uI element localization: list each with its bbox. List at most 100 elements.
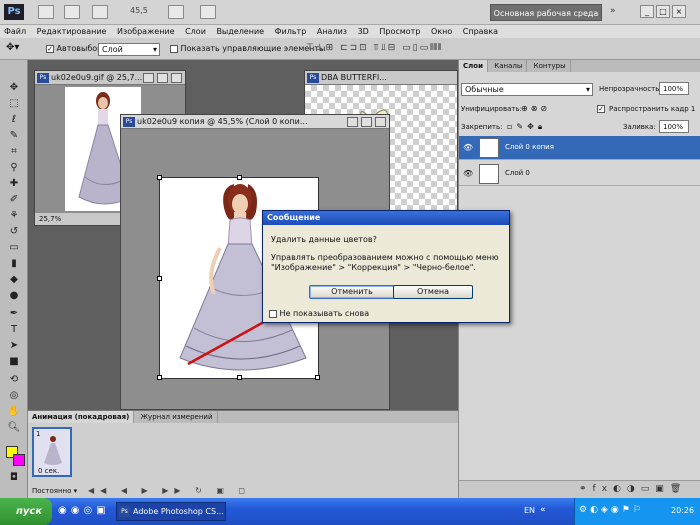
- start-button[interactable]: пуск: [0, 498, 52, 525]
- marquee-tool-icon[interactable]: ⬚: [6, 98, 22, 110]
- 3d-orbit-icon[interactable]: ◎: [6, 390, 22, 402]
- brush-tool-icon[interactable]: ✐: [6, 194, 22, 206]
- propagate-checkbox[interactable]: ✓: [597, 105, 605, 113]
- layer-action-icons[interactable]: ⚭fx◐◑▭▣🗑︎: [579, 484, 687, 494]
- align-icons[interactable]: ⊤⊥⊞ ⊏⊐⊡ ⫪⫫⊟ ▭▯▭: [306, 43, 430, 53]
- tab-measurement-log[interactable]: Журнал измерений: [137, 411, 218, 423]
- hand-tool-icon[interactable]: ✋: [6, 406, 22, 418]
- eye-icon[interactable]: 👁︎: [463, 169, 473, 178]
- screen-mode-icon[interactable]: [200, 5, 216, 19]
- fill-input[interactable]: 100%: [659, 120, 689, 133]
- unify-icons[interactable]: ⊕⊗⊘: [521, 104, 550, 113]
- lock-icons[interactable]: ▫✎✥🔒︎: [507, 122, 546, 132]
- tab-animation[interactable]: Анимация (покадровая): [28, 411, 135, 423]
- menu-layers[interactable]: Слои: [181, 25, 210, 38]
- mini-bridge-icon[interactable]: [64, 5, 80, 19]
- zoom-tool-icon[interactable]: 🔍︎: [6, 422, 22, 434]
- gradient-tool-icon[interactable]: ▮: [6, 258, 22, 270]
- blur-tool-icon[interactable]: ◆: [6, 274, 22, 286]
- clock: 20:26: [671, 506, 695, 515]
- quick-select-tool-icon[interactable]: ✎: [6, 130, 22, 142]
- cancel-operation-button[interactable]: Отменить: [309, 285, 395, 299]
- dont-show-checkbox[interactable]: [269, 309, 277, 318]
- opacity-label: Непрозрачность:: [599, 85, 662, 93]
- shape-tool-icon[interactable]: ■: [6, 356, 22, 368]
- menu-3d[interactable]: 3D: [354, 25, 373, 38]
- crop-tool-icon[interactable]: ⌗: [6, 146, 22, 158]
- maximize-icon[interactable]: [361, 117, 372, 127]
- arrange-documents-icon[interactable]: [168, 5, 184, 19]
- document-tab-active[interactable]: Ps uk02e0u9 копия @ 45,5% (Слой 0 копи..…: [121, 115, 389, 129]
- blend-mode-select[interactable]: Обычные ▾: [461, 83, 593, 96]
- menu-analysis[interactable]: Анализ: [313, 25, 351, 38]
- close-icon[interactable]: [171, 73, 182, 83]
- type-tool-icon[interactable]: T: [6, 324, 22, 336]
- layer-row-copy[interactable]: 👁︎ Слой 0 копия: [459, 136, 700, 160]
- history-brush-icon[interactable]: ↺: [6, 226, 22, 238]
- taskbar-photoshop[interactable]: Ps Adobe Photoshop CS...: [116, 502, 226, 521]
- pen-tool-icon[interactable]: ✒: [6, 308, 22, 320]
- stamp-tool-icon[interactable]: ⚘: [6, 210, 22, 222]
- transform-handle[interactable]: [157, 375, 162, 380]
- minimize-icon[interactable]: _: [640, 5, 654, 18]
- maximize-icon[interactable]: □: [656, 5, 670, 18]
- document-zoom[interactable]: 25,7%: [39, 215, 61, 223]
- dodge-tool-icon[interactable]: ●: [6, 290, 22, 302]
- playback-controls[interactable]: ◀◀ ◀ ▶ ▶▶ ↻ ▣ ◻: [88, 486, 251, 495]
- transform-handle[interactable]: [315, 375, 320, 380]
- workspace-button[interactable]: Основная рабочая среда: [490, 4, 602, 21]
- transform-handle[interactable]: [237, 375, 242, 380]
- minimize-icon[interactable]: [347, 117, 358, 127]
- menu-view[interactable]: Просмотр: [375, 25, 424, 38]
- quick-mask-icon[interactable]: ◘: [6, 472, 22, 484]
- eye-icon[interactable]: 👁︎: [463, 143, 473, 152]
- tab-paths[interactable]: Контуры: [530, 60, 571, 72]
- lasso-tool-icon[interactable]: ℓ: [6, 114, 22, 126]
- close-icon[interactable]: [375, 117, 386, 127]
- menu-file[interactable]: Файл: [0, 25, 30, 38]
- menu-filter[interactable]: Фильтр: [271, 25, 311, 38]
- document-tab-gif[interactable]: Ps uk02e0u9.gif @ 25,7...: [35, 71, 185, 85]
- autoselect-checkbox[interactable]: ✓: [46, 44, 54, 53]
- transform-handle[interactable]: [157, 175, 162, 180]
- tab-layers[interactable]: Слои: [459, 60, 488, 72]
- show-controls-checkbox[interactable]: [170, 44, 178, 53]
- tray-icons[interactable]: ⚙◐◈◉⚑⚐: [579, 505, 644, 515]
- bridge-icon[interactable]: [38, 5, 54, 19]
- eyedropper-tool-icon[interactable]: ⚲: [6, 162, 22, 174]
- transform-handle[interactable]: [157, 276, 162, 281]
- loop-select[interactable]: Постоянно ▾: [32, 487, 77, 495]
- background-color-swatch[interactable]: [13, 454, 25, 466]
- menu-help[interactable]: Справка: [459, 25, 502, 38]
- move-tool-icon[interactable]: ✥▾: [6, 42, 19, 53]
- abort-button[interactable]: Отмена: [393, 285, 473, 299]
- healing-brush-icon[interactable]: ✚: [6, 178, 22, 190]
- quick-launch-icons[interactable]: ◉◉◎▣: [58, 505, 110, 516]
- path-select-icon[interactable]: ➤: [6, 340, 22, 352]
- document-tab-butterfly[interactable]: Ps DBA BUTTERFI...: [305, 71, 457, 85]
- eraser-tool-icon[interactable]: ▭: [6, 242, 22, 254]
- view-extras-icon[interactable]: [92, 5, 108, 19]
- language-arrows-icon[interactable]: «: [540, 505, 546, 515]
- fill-label: Заливка:: [623, 123, 656, 131]
- transform-handle[interactable]: [237, 175, 242, 180]
- minimize-icon[interactable]: [143, 73, 154, 83]
- move-tool-icon[interactable]: ✥: [6, 82, 22, 94]
- distribute-icons[interactable]: ⫴⫴⫴: [430, 43, 441, 53]
- animation-frame[interactable]: 1 0 сек.: [32, 427, 72, 477]
- zoom-level[interactable]: 45,5: [130, 6, 148, 15]
- menu-select[interactable]: Выделение: [212, 25, 268, 38]
- autoselect-select[interactable]: Слой ▾: [98, 43, 160, 56]
- close-icon[interactable]: ×: [672, 5, 686, 18]
- menu-edit[interactable]: Редактирование: [33, 25, 111, 38]
- layer-row-base[interactable]: 👁︎ Слой 0: [459, 162, 700, 186]
- menu-window[interactable]: Окно: [427, 25, 456, 38]
- language-indicator[interactable]: EN: [524, 506, 535, 515]
- more-workspaces-icon[interactable]: »: [610, 6, 616, 16]
- 3d-rotate-icon[interactable]: ⟲: [6, 374, 22, 386]
- opacity-input[interactable]: 100%: [659, 82, 689, 95]
- maximize-icon[interactable]: [157, 73, 168, 83]
- tab-channels[interactable]: Каналы: [490, 60, 528, 72]
- frame-delay[interactable]: 0 сек.: [38, 467, 59, 475]
- menu-image[interactable]: Изображение: [113, 25, 179, 38]
